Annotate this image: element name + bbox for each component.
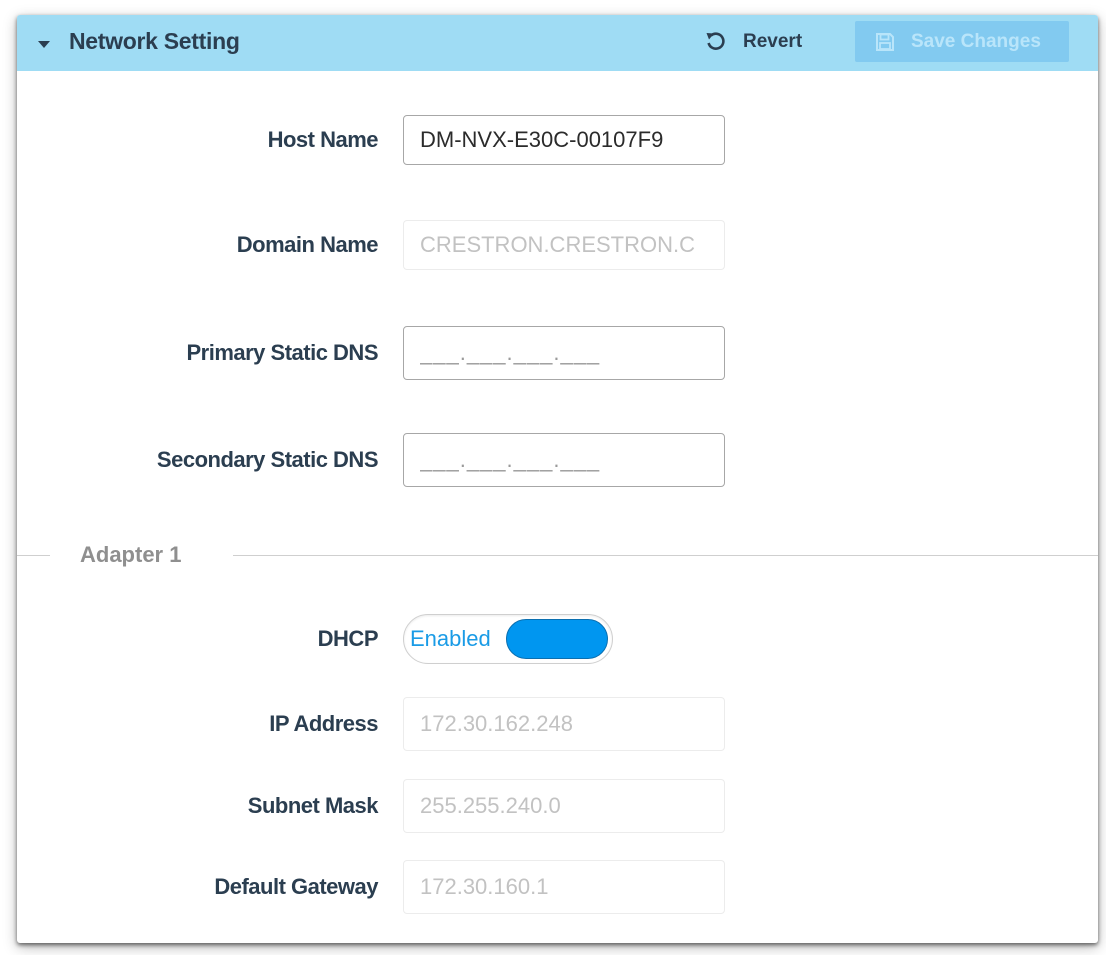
domain-name-label: Domain Name <box>236 232 379 257</box>
secondary-dns-input[interactable] <box>403 433 725 487</box>
network-setting-panel: Network Setting Revert Save Changes Host… <box>17 15 1098 943</box>
ip-address-row: IP Address <box>17 697 1098 751</box>
dhcp-state-label: Enabled <box>410 626 491 651</box>
host-name-label: Host Name <box>267 127 379 152</box>
revert-button[interactable]: Revert <box>705 23 802 61</box>
save-changes-label: Save Changes <box>911 30 1041 52</box>
dhcp-label: DHCP <box>317 626 379 651</box>
primary-dns-input[interactable] <box>403 326 725 380</box>
floppy-disk-icon <box>875 32 895 52</box>
dhcp-toggle[interactable]: Enabled <box>403 614 613 664</box>
adapter-section-label: Adapter 1 <box>80 542 182 567</box>
domain-name-input <box>403 220 725 270</box>
subnet-mask-input <box>403 779 725 833</box>
subnet-mask-label: Subnet Mask <box>247 793 379 818</box>
panel-header[interactable]: Network Setting Revert Save Changes <box>17 15 1098 71</box>
default-gateway-label: Default Gateway <box>214 874 378 899</box>
revert-label: Revert <box>743 31 803 52</box>
secondary-dns-label: Secondary Static DNS <box>156 447 379 472</box>
ip-address-label: IP Address <box>269 711 378 736</box>
undo-icon <box>705 31 727 53</box>
primary-dns-row: Primary Static DNS <box>17 326 1098 380</box>
save-changes-button[interactable]: Save Changes <box>855 21 1069 62</box>
host-name-input[interactable] <box>403 115 725 165</box>
default-gateway-input <box>403 860 725 914</box>
secondary-dns-row: Secondary Static DNS <box>17 433 1098 487</box>
section-divider-right <box>233 555 1098 556</box>
ip-address-input <box>403 697 725 751</box>
default-gateway-row: Default Gateway <box>17 860 1098 914</box>
domain-name-row: Domain Name <box>17 220 1098 270</box>
panel-title: Network Setting <box>69 28 240 54</box>
section-divider-left <box>17 555 50 556</box>
toggle-knob[interactable] <box>506 619 608 659</box>
host-name-row: Host Name <box>17 115 1098 165</box>
caret-down-icon[interactable] <box>38 41 50 48</box>
subnet-mask-row: Subnet Mask <box>17 779 1098 833</box>
primary-dns-label: Primary Static DNS <box>186 340 378 365</box>
